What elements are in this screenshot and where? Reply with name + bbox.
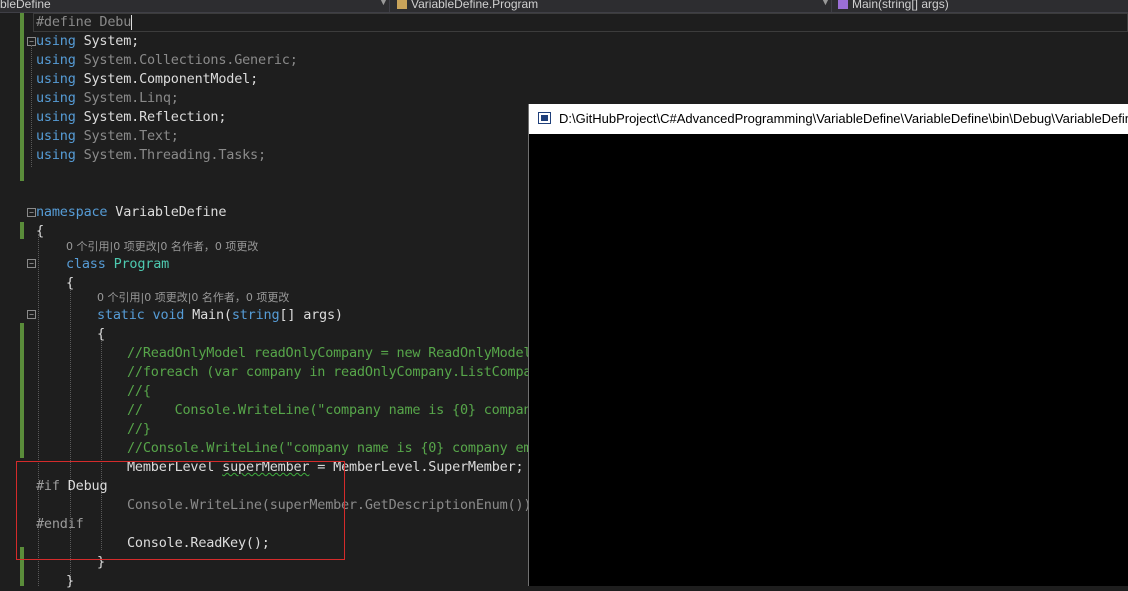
codelens-class[interactable]: 0 个引用|0 项更改|0 名作者，0 项更改 bbox=[66, 239, 258, 255]
collapse-toggle[interactable]: − bbox=[27, 259, 36, 268]
code-line-brace: { bbox=[36, 222, 44, 241]
change-marker bbox=[20, 222, 24, 239]
code-line-namespace: namespace VariableDefine bbox=[36, 203, 226, 222]
code-line-comment: //Console.WriteLine("company name is {0}… bbox=[127, 440, 548, 456]
divider bbox=[389, 0, 390, 12]
change-marker bbox=[20, 13, 24, 181]
namespace-name: VariableDefine bbox=[115, 204, 227, 220]
brace: { bbox=[97, 326, 105, 342]
indent-guide bbox=[31, 45, 32, 167]
code-line-comment: // Console.WriteLine("company name is {0… bbox=[127, 402, 540, 418]
code-line-using: using System.Linq; bbox=[36, 90, 179, 106]
navigation-bar: bleDefine ▼ VariableDefine.Program ▼ Mai… bbox=[0, 0, 1128, 13]
code-line-comment: //} bbox=[127, 421, 151, 437]
console-window[interactable]: D:\GitHubProject\C#AdvancedProgramming\V… bbox=[528, 104, 1128, 586]
collapse-toggle[interactable]: − bbox=[27, 310, 36, 319]
console-title: D:\GitHubProject\C#AdvancedProgramming\V… bbox=[559, 111, 1128, 126]
method-icon bbox=[838, 0, 848, 10]
code-line-define: #define Debu bbox=[36, 13, 133, 32]
class-dropdown-label: VariableDefine.Program bbox=[411, 0, 539, 11]
namespace-ref: System.Linq bbox=[83, 90, 171, 106]
namespace-ref: System.Text bbox=[83, 128, 171, 144]
namespace-ref: System.Collections.Generic bbox=[83, 52, 290, 68]
define-directive: #define Debu bbox=[36, 14, 132, 30]
keyword: using bbox=[36, 128, 76, 144]
brace: } bbox=[66, 573, 74, 589]
class-name: Program bbox=[113, 256, 170, 272]
code-line-method: static void Main(string[] args) bbox=[97, 307, 343, 323]
code-line-using: using System; bbox=[36, 33, 140, 49]
code-line-comment: //foreach (var company in readOnlyCompan… bbox=[127, 364, 548, 380]
code-line-using: using System.ComponentModel; bbox=[36, 71, 258, 87]
namespace-ref: System.Threading.Tasks bbox=[83, 147, 259, 163]
code-line-comment: //ReadOnlyModel readOnlyCompany = new Re… bbox=[127, 345, 540, 361]
code-line-class: class Program bbox=[66, 255, 169, 274]
project-dropdown[interactable]: bleDefine bbox=[0, 0, 51, 12]
project-dropdown-label: bleDefine bbox=[0, 0, 51, 11]
code-line-using: using System.Text; bbox=[36, 128, 179, 144]
method-params: [] args) bbox=[279, 307, 343, 323]
collapse-toggle[interactable]: − bbox=[27, 208, 36, 217]
method-name: Main bbox=[192, 307, 224, 323]
keyword: using bbox=[36, 71, 76, 87]
namespace-ref: System.ComponentModel bbox=[83, 71, 251, 87]
keyword: string bbox=[231, 307, 280, 323]
brace: { bbox=[66, 275, 74, 291]
code-line-brace: { bbox=[97, 325, 105, 344]
brace: { bbox=[36, 223, 44, 239]
code-line-using: using System.Collections.Generic; bbox=[36, 52, 298, 68]
highlight-box bbox=[16, 461, 345, 560]
console-app-icon bbox=[538, 112, 551, 124]
divider bbox=[831, 0, 832, 12]
keyword: using bbox=[36, 109, 76, 125]
namespace-ref: System.Reflection bbox=[83, 109, 219, 125]
current-line-highlight bbox=[33, 13, 1128, 32]
class-icon bbox=[397, 0, 407, 10]
keyword: using bbox=[36, 33, 76, 49]
keyword: static bbox=[97, 307, 145, 323]
member-dropdown-label: Main(string[] args) bbox=[852, 0, 949, 11]
code-line-using: using System.Reflection; bbox=[36, 109, 227, 125]
keyword: class bbox=[66, 256, 106, 272]
class-dropdown[interactable]: VariableDefine.Program bbox=[397, 0, 538, 12]
keyword: using bbox=[36, 90, 76, 106]
code-line-using: using System.Threading.Tasks; bbox=[36, 147, 266, 163]
keyword: namespace bbox=[36, 204, 108, 220]
code-line-comment: //{ bbox=[127, 383, 151, 399]
text-cursor bbox=[131, 14, 133, 30]
keyword: using bbox=[36, 52, 76, 68]
code-line-brace: { bbox=[66, 274, 74, 293]
change-marker bbox=[20, 323, 24, 458]
chevron-down-icon[interactable]: ▼ bbox=[821, 0, 830, 7]
codelens-method[interactable]: 0 个引用|0 项更改|0 名作者，0 项更改 bbox=[97, 290, 289, 306]
console-titlebar[interactable]: D:\GitHubProject\C#AdvancedProgramming\V… bbox=[529, 104, 1128, 134]
code-line-brace: } bbox=[66, 572, 74, 591]
namespace-ref: System bbox=[83, 33, 132, 49]
keyword: void bbox=[152, 307, 185, 323]
keyword: using bbox=[36, 147, 76, 163]
chevron-down-icon[interactable]: ▼ bbox=[379, 0, 388, 7]
member-dropdown[interactable]: Main(string[] args) bbox=[838, 0, 949, 12]
